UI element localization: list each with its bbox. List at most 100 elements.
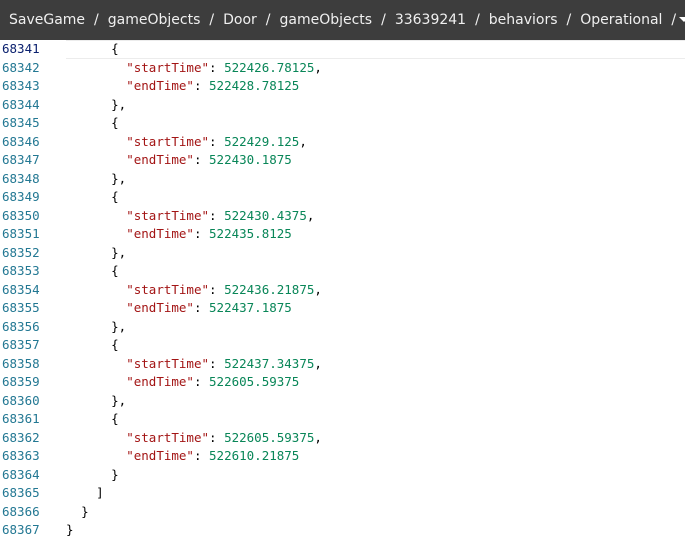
line-number: 68363 (2, 448, 40, 463)
json-bracket: { (111, 411, 119, 426)
code-line[interactable]: 68366 } (0, 503, 685, 522)
json-bracket: }, (111, 244, 127, 260)
code-line[interactable]: 68352 }, (0, 244, 685, 263)
json-bracket: { (111, 41, 119, 56)
breadcrumb-item-behaviors[interactable]: behaviors (489, 12, 558, 28)
code-line[interactable]: 68361 { (0, 410, 685, 429)
code-line[interactable]: 68358 "startTime": 522437.34375, (0, 355, 685, 374)
code-text: { (66, 262, 119, 281)
code-text: "endTime": 522428.78125 (126, 78, 300, 93)
code-text: "endTime": 522435.8125 (126, 226, 292, 241)
code-line[interactable]: 68348 }, (0, 170, 685, 189)
code-line[interactable]: 68341 { (0, 40, 685, 59)
code-line[interactable]: 68344 }, (0, 96, 685, 115)
breadcrumb-item-door[interactable]: Door (223, 12, 257, 28)
line-number: 68346 (2, 133, 40, 149)
code-line[interactable]: 68342 "startTime": 522426.78125, (0, 59, 685, 78)
code-text: "startTime": 522426.78125, (126, 59, 322, 75)
json-bracket: } (81, 503, 89, 519)
code-line[interactable]: 68362 "startTime": 522605.59375, (0, 429, 685, 448)
json-punctuation: , (314, 59, 322, 75)
breadcrumb-item-operational[interactable]: Operational (580, 12, 662, 28)
json-key: "endTime" (126, 300, 194, 315)
code-line[interactable]: 68354 "startTime": 522436.21875, (0, 281, 685, 300)
breadcrumb-separator: / (671, 12, 677, 28)
code-line[interactable]: 68346 "startTime": 522429.125, (0, 133, 685, 152)
breadcrumb-item-savegame[interactable]: SaveGame (9, 12, 85, 28)
breadcrumb-separator: / (566, 12, 572, 28)
breadcrumb-separator: / (381, 12, 386, 28)
code-text: "startTime": 522436.21875, (126, 281, 322, 297)
line-number: 68342 (2, 59, 40, 75)
code-text: "startTime": 522605.59375, (126, 429, 322, 445)
line-number: 68366 (2, 503, 40, 519)
json-number-value: 522430.1875 (209, 152, 292, 167)
code-line[interactable]: 68360 }, (0, 392, 685, 411)
json-number-value: 522436.21875 (224, 281, 315, 297)
json-bracket: }, (111, 392, 127, 408)
json-key: "startTime" (126, 429, 210, 445)
breadcrumb-item-object-id[interactable]: 33639241 (395, 12, 466, 28)
breadcrumb-item-gameobjects[interactable]: gameObjects (108, 12, 201, 28)
line-number: 68364 (2, 466, 40, 482)
line-number: 68345 (2, 115, 40, 130)
code-text: "endTime": 522605.59375 (126, 374, 300, 389)
code-text: }, (66, 392, 126, 411)
line-number: 68352 (2, 244, 40, 260)
json-number-value: 522428.78125 (209, 78, 300, 93)
code-text: "endTime": 522430.1875 (126, 152, 292, 167)
breadcrumb-separator: / (209, 12, 215, 28)
code-line[interactable]: 68350 "startTime": 522430.4375, (0, 207, 685, 226)
code-text: { (66, 114, 119, 133)
code-line[interactable]: 68364 } (0, 466, 685, 485)
code-line[interactable]: 68343 "endTime": 522428.78125 (0, 77, 685, 96)
line-number: 68361 (2, 411, 40, 426)
line-number: 68353 (2, 263, 40, 278)
json-bracket: }, (111, 170, 127, 186)
code-text: { (66, 40, 119, 59)
code-line[interactable]: 68353 { (0, 262, 685, 281)
json-bracket: } (111, 466, 119, 482)
line-number: 68341 (2, 41, 40, 56)
code-line[interactable]: 68349 { (0, 188, 685, 207)
code-line[interactable]: 68363 "endTime": 522610.21875 (0, 447, 685, 466)
code-editor[interactable]: 68341 {68342 "startTime": 522426.78125, 6… (0, 40, 685, 550)
json-number-value: 522429.125 (224, 133, 300, 149)
line-number: 68359 (2, 374, 40, 389)
line-number: 68360 (2, 392, 40, 408)
line-number: 68350 (2, 207, 40, 223)
json-bracket: { (111, 263, 119, 278)
code-line[interactable]: 68355 "endTime": 522437.1875 (0, 299, 685, 318)
json-key: "endTime" (126, 226, 194, 241)
json-number-value: 522437.1875 (209, 300, 292, 315)
code-line[interactable]: 68347 "endTime": 522430.1875 (0, 151, 685, 170)
line-number: 68355 (2, 300, 40, 315)
code-line[interactable]: 68359 "endTime": 522605.59375 (0, 373, 685, 392)
json-number-value: 522426.78125 (224, 59, 315, 75)
json-number-value: 522610.21875 (209, 448, 300, 463)
breadcrumb-item-gameobjects-child[interactable]: gameObjects (279, 12, 372, 28)
line-number: 68354 (2, 281, 40, 297)
breadcrumb-separator: / (475, 12, 480, 28)
json-bracket: }, (111, 318, 127, 334)
code-line[interactable]: 68345 { (0, 114, 685, 133)
breadcrumb: SaveGame / gameObjects / Door / gameObje… (0, 0, 685, 40)
json-key: "startTime" (126, 281, 210, 297)
json-bracket: { (111, 337, 119, 352)
code-text: "endTime": 522610.21875 (126, 448, 300, 463)
code-line[interactable]: 68351 "endTime": 522435.8125 (0, 225, 685, 244)
json-number-value: 522437.34375 (224, 355, 315, 371)
json-punctuation: , (314, 281, 322, 297)
line-number: 68362 (2, 429, 40, 445)
code-text: "startTime": 522429.125, (126, 133, 307, 149)
json-punctuation: , (314, 355, 322, 371)
code-text: } (66, 503, 89, 522)
json-bracket: }, (111, 96, 127, 112)
code-line[interactable]: 68357 { (0, 336, 685, 355)
json-key: "startTime" (126, 133, 210, 149)
json-punctuation: , (314, 429, 322, 445)
line-number: 68365 (2, 485, 40, 500)
code-line[interactable]: 68356 }, (0, 318, 685, 337)
code-line[interactable]: 68367} (0, 521, 685, 540)
code-line[interactable]: 68365 ] (0, 484, 685, 503)
